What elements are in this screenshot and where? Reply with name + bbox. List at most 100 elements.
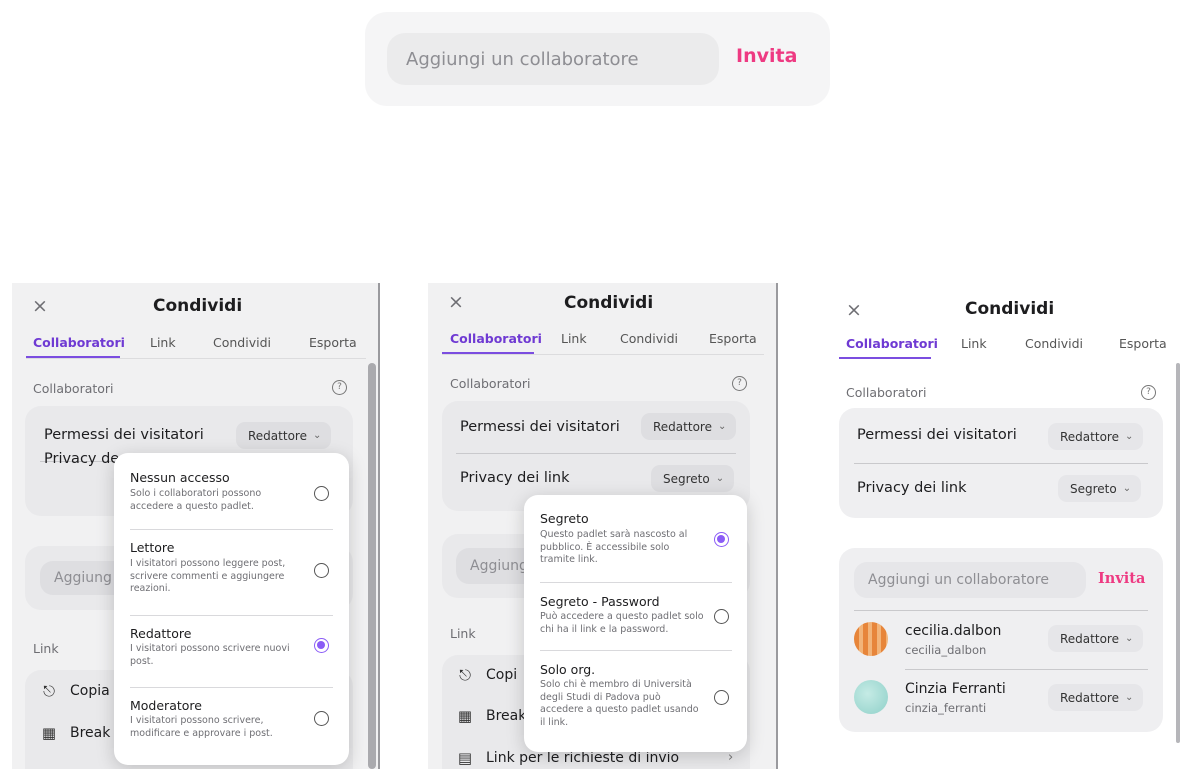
scrollbar-edge — [776, 283, 778, 769]
section-label-link: Link — [450, 626, 476, 641]
avatar — [854, 680, 888, 714]
option-title: Segreto — [540, 511, 589, 526]
tab-esporta[interactable]: Esporta — [1119, 336, 1167, 351]
radio-button-selected[interactable] — [714, 532, 729, 547]
radio-button[interactable] — [714, 690, 729, 705]
settings-divider — [854, 463, 1148, 464]
copy-link-row[interactable]: ⎋ Copia — [40, 682, 110, 700]
option-title: Solo org. — [540, 662, 596, 677]
scrollbar-edge — [378, 283, 380, 769]
link-privacy-select[interactable]: Segreto ⌄ — [651, 465, 735, 492]
user-role-select[interactable]: Redattore ⌄ — [1048, 684, 1144, 711]
option-nessun-accesso[interactable]: Nessun accesso Solo i collaboratori poss… — [114, 453, 349, 525]
tab-separator — [442, 354, 764, 355]
scrollbar-thumb[interactable] — [1176, 363, 1180, 743]
avatar — [854, 622, 888, 656]
link-privacy-select[interactable]: Segreto ⌄ — [1058, 475, 1142, 502]
link-icon: ⎋ — [459, 666, 471, 684]
qr-code-label: Break — [70, 725, 111, 741]
tab-collaboratori[interactable]: Collaboratori — [450, 331, 542, 346]
chevron-down-icon: ⌄ — [1124, 692, 1134, 703]
option-divider — [130, 529, 333, 530]
user-handle: cecilia_dalbon — [905, 643, 987, 657]
visitor-permissions-select[interactable]: Redattore ⌄ — [1048, 423, 1144, 450]
option-description: I visitatori possono scrivere nuovi post… — [130, 643, 290, 667]
tab-condividi[interactable]: Condividi — [1025, 336, 1083, 351]
option-title: Lettore — [130, 540, 175, 555]
panel-title: Condividi — [564, 293, 654, 313]
tab-esporta[interactable]: Esporta — [709, 331, 757, 346]
tab-condividi[interactable]: Condividi — [620, 331, 678, 346]
option-redattore[interactable]: Redattore I visitatori possono scrivere … — [114, 617, 349, 687]
panel-title: Condividi — [153, 296, 243, 316]
copy-link-label: Copia — [70, 683, 110, 699]
option-divider — [130, 615, 333, 616]
invite-button[interactable]: Invita — [1098, 570, 1145, 587]
tab-esporta[interactable]: Esporta — [309, 335, 357, 350]
link-icon: ⎋ — [43, 682, 55, 700]
user-divider — [905, 669, 1148, 670]
close-icon[interactable]: × — [32, 297, 48, 316]
submission-link-label: Link per le richieste di invio — [486, 750, 680, 766]
user-role-select[interactable]: Redattore ⌄ — [1048, 625, 1144, 652]
settings-divider — [456, 453, 736, 454]
help-icon[interactable]: ? — [732, 376, 747, 391]
radio-button-selected[interactable] — [314, 638, 329, 653]
invite-button[interactable]: Invita — [736, 45, 797, 67]
qr-code-row[interactable]: ▦ Break — [456, 707, 526, 725]
invite-divider — [854, 610, 1148, 611]
tab-link[interactable]: Link — [961, 336, 987, 351]
close-icon[interactable]: × — [448, 293, 464, 312]
tab-link[interactable]: Link — [561, 331, 587, 346]
chevron-down-icon: ⌄ — [1122, 483, 1132, 494]
tab-collaboratori[interactable]: Collaboratori — [33, 335, 125, 350]
option-description: Solo chi è membro di Università degli St… — [540, 679, 699, 728]
qr-code-row[interactable]: ▦ Break — [40, 724, 110, 742]
scrollbar-thumb[interactable] — [368, 363, 376, 769]
visitor-permissions-label: Permessi dei visitatori — [460, 419, 620, 435]
help-icon[interactable]: ? — [1141, 385, 1156, 400]
panel-title: Condividi — [965, 299, 1055, 319]
help-icon[interactable]: ? — [332, 380, 347, 395]
user-name: Cinzia Ferranti — [905, 681, 1006, 697]
radio-button[interactable] — [314, 563, 329, 578]
tab-collaboratori[interactable]: Collaboratori — [846, 336, 938, 351]
invite-input[interactable]: Aggiungi un collaboratore — [387, 33, 719, 85]
visitor-permissions-value: Redattore — [1060, 429, 1119, 444]
user-handle: cinzia_ferranti — [905, 701, 987, 715]
option-divider — [540, 582, 732, 583]
chevron-down-icon: ⌄ — [312, 430, 322, 441]
visitor-permissions-label: Permessi dei visitatori — [857, 427, 1017, 443]
option-solo-org[interactable]: Solo org. Solo chi è membro di Universit… — [524, 652, 747, 750]
option-divider — [540, 650, 732, 651]
section-label-collaborators: Collaboratori — [33, 381, 114, 396]
option-description: Può accedere a questo padlet solo chi ha… — [540, 611, 704, 635]
share-panel-permissions: × Condividi Collaboratori Link Condividi… — [12, 283, 380, 769]
option-description: I visitatori possono scrivere, modificar… — [130, 715, 273, 739]
visitor-permissions-select[interactable]: Redattore ⌄ — [236, 422, 332, 449]
option-moderatore[interactable]: Moderatore I visitatori possono scrivere… — [114, 689, 349, 761]
radio-button[interactable] — [314, 486, 329, 501]
option-segreto[interactable]: Segreto Questo padlet sarà nascosto al p… — [524, 495, 747, 581]
option-segreto-password[interactable]: Segreto - Password Può accedere a questo… — [524, 584, 747, 648]
link-privacy-label: Privacy dei link — [460, 470, 570, 486]
close-icon[interactable]: × — [846, 301, 862, 320]
invite-input[interactable]: Aggiungi un collaboratore — [854, 562, 1086, 598]
radio-button[interactable] — [314, 711, 329, 726]
option-lettore[interactable]: Lettore I visitatori possono leggere pos… — [114, 531, 349, 613]
tab-underline — [839, 357, 931, 359]
chevron-down-icon: ⌄ — [1124, 431, 1134, 442]
copy-link-row[interactable]: ⎋ Copi — [456, 666, 517, 684]
visitor-permissions-select[interactable]: Redattore ⌄ — [641, 413, 737, 440]
invite-bar: Aggiungi un collaboratore Invita — [365, 12, 830, 106]
qr-icon: ▦ — [41, 724, 57, 742]
visitor-permissions-label: Permessi dei visitatori — [44, 427, 204, 443]
chevron-down-icon: ⌄ — [715, 473, 725, 484]
radio-button[interactable] — [714, 609, 729, 624]
user-name: cecilia.dalbon — [905, 623, 1002, 639]
tab-condividi[interactable]: Condividi — [213, 335, 271, 350]
tab-separator — [26, 358, 366, 359]
section-label-link: Link — [33, 641, 59, 656]
tab-link[interactable]: Link — [150, 335, 176, 350]
option-description: I visitatori possono leggere post, scriv… — [130, 558, 286, 594]
